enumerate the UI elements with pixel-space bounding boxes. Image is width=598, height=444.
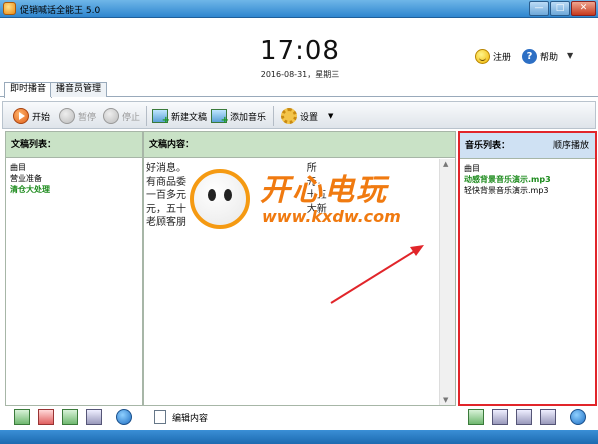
title-bar: 促销喊话全能王 5.0 — □ ✕ — [0, 0, 598, 18]
document-list-title: 文稿列表： — [6, 132, 142, 158]
new-document-label: 新建文稿 — [171, 112, 208, 123]
edit-content-label: 编辑内容 — [172, 413, 209, 424]
register-label: 注册 — [493, 52, 512, 63]
add-music-icon — [211, 109, 229, 126]
refresh-icon[interactable] — [570, 409, 586, 425]
settings-label: 设置 — [300, 112, 319, 123]
tab-bar: 即时播音 播音员管理 — [0, 80, 598, 98]
register-link[interactable]: 注册 — [475, 48, 511, 64]
play-icon — [13, 108, 29, 124]
maximize-button[interactable]: □ — [550, 1, 570, 16]
document-icon — [154, 410, 166, 424]
move-up-icon[interactable] — [62, 409, 78, 425]
chevron-down-icon[interactable]: ▼ — [328, 112, 333, 120]
chevron-down-icon[interactable]: ▼ — [567, 51, 573, 60]
list-item[interactable]: 动感背景音乐演示.mp3 — [464, 174, 591, 185]
watermark-logo: 开心电玩 www.kxdw.com — [190, 165, 440, 245]
list-header: 曲目 — [10, 163, 26, 172]
play-order-button[interactable]: 顺序播放 — [553, 133, 589, 159]
delete-document-icon[interactable] — [38, 409, 54, 425]
status-bar — [0, 430, 598, 444]
add-music-label: 添加音乐 — [230, 112, 267, 123]
start-label: 开始 — [32, 112, 51, 123]
add-document-icon[interactable] — [14, 409, 30, 425]
toolbar-separator — [273, 106, 274, 126]
move-down-icon[interactable] — [540, 409, 556, 425]
gear-icon — [281, 108, 297, 124]
window-title: 促销喊话全能王 5.0 — [20, 6, 101, 16]
toolbar: 开始 暂停 停止 新建文稿 添加音乐 设置 ▼ — [2, 101, 596, 129]
help-label: 帮助 — [540, 52, 559, 63]
clock: 17:08 — [260, 36, 340, 66]
add-music-button[interactable]: 添加音乐 — [211, 107, 267, 126]
music-list-title: 音乐列表： — [465, 141, 511, 151]
smile-icon — [475, 48, 490, 64]
list-item[interactable]: 营业准备 — [10, 173, 138, 184]
list-item[interactable]: 清仓大处理 — [10, 184, 138, 195]
tab-announcer-management[interactable]: 播音员管理 — [50, 82, 108, 97]
document-content-title: 文稿内容： — [144, 132, 455, 158]
edit-content-button[interactable]: 编辑内容 — [154, 409, 208, 425]
bottom-toolbar: 编辑内容 — [2, 406, 596, 428]
help-icon: ? — [522, 48, 537, 64]
help-link[interactable]: ? 帮助 — [522, 48, 558, 64]
mascot-icon — [190, 169, 250, 229]
pause-button[interactable]: 暂停 — [59, 107, 96, 125]
move-up-icon[interactable] — [516, 409, 532, 425]
document-list-panel: 文稿列表： 曲目 营业准备 清仓大处理 — [5, 131, 143, 406]
refresh-icon[interactable] — [116, 409, 132, 425]
new-document-button[interactable]: 新建文稿 — [152, 107, 208, 126]
stop-button[interactable]: 停止 — [103, 107, 140, 125]
new-document-icon — [152, 109, 170, 126]
watermark-title: 开心电玩 — [260, 173, 388, 208]
stop-label: 停止 — [122, 112, 141, 123]
music-list-panel: 音乐列表： 顺序播放 曲目 动感背景音乐演示.mp3 轻快背景音乐演示.mp3 — [458, 131, 597, 406]
watermark-url: www.kxdw.com — [262, 207, 401, 226]
minimize-button[interactable]: — — [529, 1, 549, 16]
add-music-icon[interactable] — [468, 409, 484, 425]
move-down-icon[interactable] — [86, 409, 102, 425]
start-button[interactable]: 开始 — [13, 107, 50, 125]
music-list-header: 音乐列表： 顺序播放 — [460, 133, 595, 159]
app-icon — [3, 2, 16, 15]
pause-icon — [59, 108, 75, 124]
pause-label: 暂停 — [78, 112, 97, 123]
date-label: 2016-08-31，星期三 — [260, 70, 340, 79]
list-header: 曲目 — [464, 164, 480, 173]
settings-button[interactable]: 设置 ▼ — [281, 107, 333, 125]
scrollbar[interactable] — [439, 159, 455, 405]
tab-live-broadcast[interactable]: 即时播音 — [4, 82, 53, 98]
header: 17:08 2016-08-31，星期三 注册 ? 帮助 ▼ — [0, 18, 598, 80]
close-button[interactable]: ✕ — [571, 1, 596, 16]
stop-icon — [103, 108, 119, 124]
toolbar-separator — [146, 106, 147, 126]
delete-music-icon[interactable] — [492, 409, 508, 425]
list-item[interactable]: 轻快背景音乐演示.mp3 — [464, 185, 591, 196]
